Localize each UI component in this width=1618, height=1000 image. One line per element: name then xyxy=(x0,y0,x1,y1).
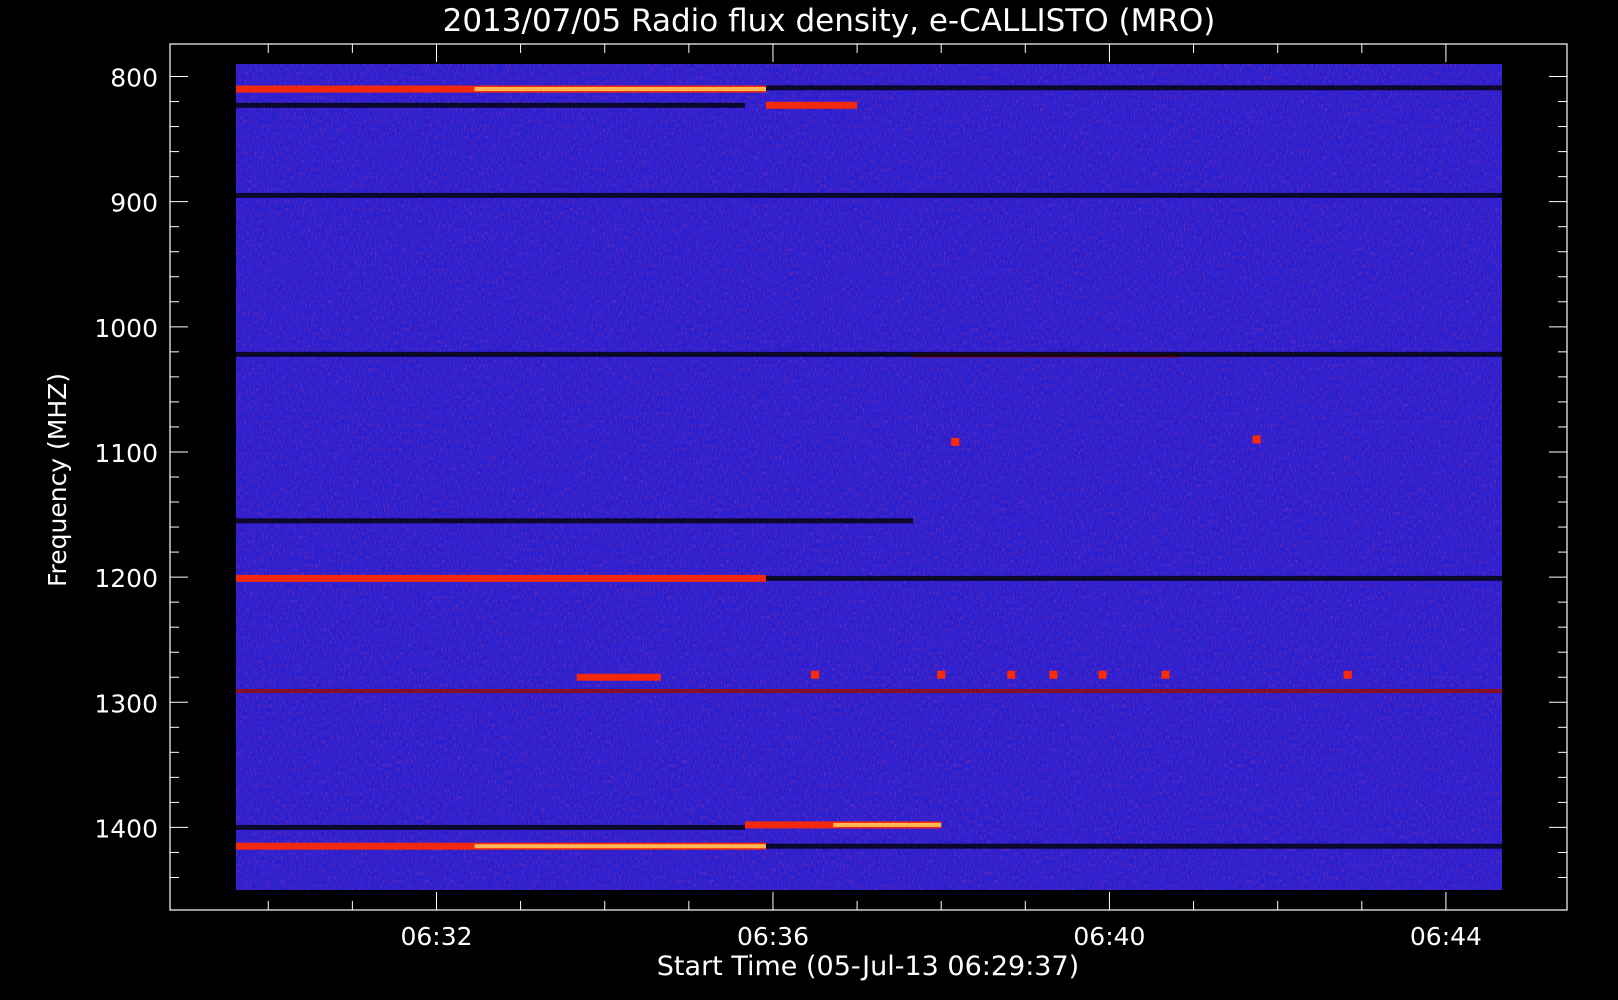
emission-spot xyxy=(951,437,960,446)
x-tick-label: 06:44 xyxy=(1410,922,1482,951)
spectrogram-field xyxy=(236,64,1502,890)
absorption-band xyxy=(765,85,1502,91)
y-tick-label: 1100 xyxy=(94,439,158,468)
absorption-band xyxy=(236,824,745,830)
y-tick-label: 1300 xyxy=(94,689,158,718)
emission-spot xyxy=(1007,670,1016,679)
spectrogram-chart: 2013/07/05 Radio flux density, e-CALLIST… xyxy=(43,3,1568,982)
y-axis-label: Frequency (MHZ) xyxy=(43,373,72,587)
emission-band xyxy=(236,689,1502,694)
emission-band-core xyxy=(833,822,942,827)
emission-spot xyxy=(1049,670,1058,679)
chart-title: 2013/07/05 Radio flux density, e-CALLIST… xyxy=(443,3,1216,39)
emission-spot xyxy=(1098,670,1107,679)
emission-band xyxy=(576,673,661,681)
absorption-band xyxy=(236,192,1502,198)
emission-band xyxy=(236,574,766,582)
absorption-band xyxy=(236,351,1502,357)
absorption-band xyxy=(236,518,914,524)
absorption-band xyxy=(236,102,745,108)
y-tick-label: 1400 xyxy=(94,814,158,843)
emission-spot xyxy=(1252,435,1261,444)
y-tick-label: 1000 xyxy=(94,314,158,343)
emission-band-core xyxy=(474,844,766,849)
emission-spot xyxy=(811,670,820,679)
x-axis-label: Start Time (05-Jul-13 06:29:37) xyxy=(657,951,1079,982)
y-tick-label: 900 xyxy=(110,189,158,218)
absorption-band xyxy=(765,843,1502,849)
absorption-band xyxy=(765,575,1502,581)
x-tick-label: 06:32 xyxy=(400,922,472,951)
x-tick-label: 06:40 xyxy=(1073,922,1145,951)
emission-band-core xyxy=(474,87,766,92)
x-tick-label: 06:36 xyxy=(737,922,809,951)
emission-spot xyxy=(1161,670,1170,679)
emission-spot xyxy=(937,670,946,679)
emission-band xyxy=(765,101,858,109)
spectrogram-noise xyxy=(236,64,1502,890)
emission-spot xyxy=(1343,670,1352,679)
y-tick-label: 800 xyxy=(110,64,158,93)
y-tick-label: 1200 xyxy=(94,564,158,593)
